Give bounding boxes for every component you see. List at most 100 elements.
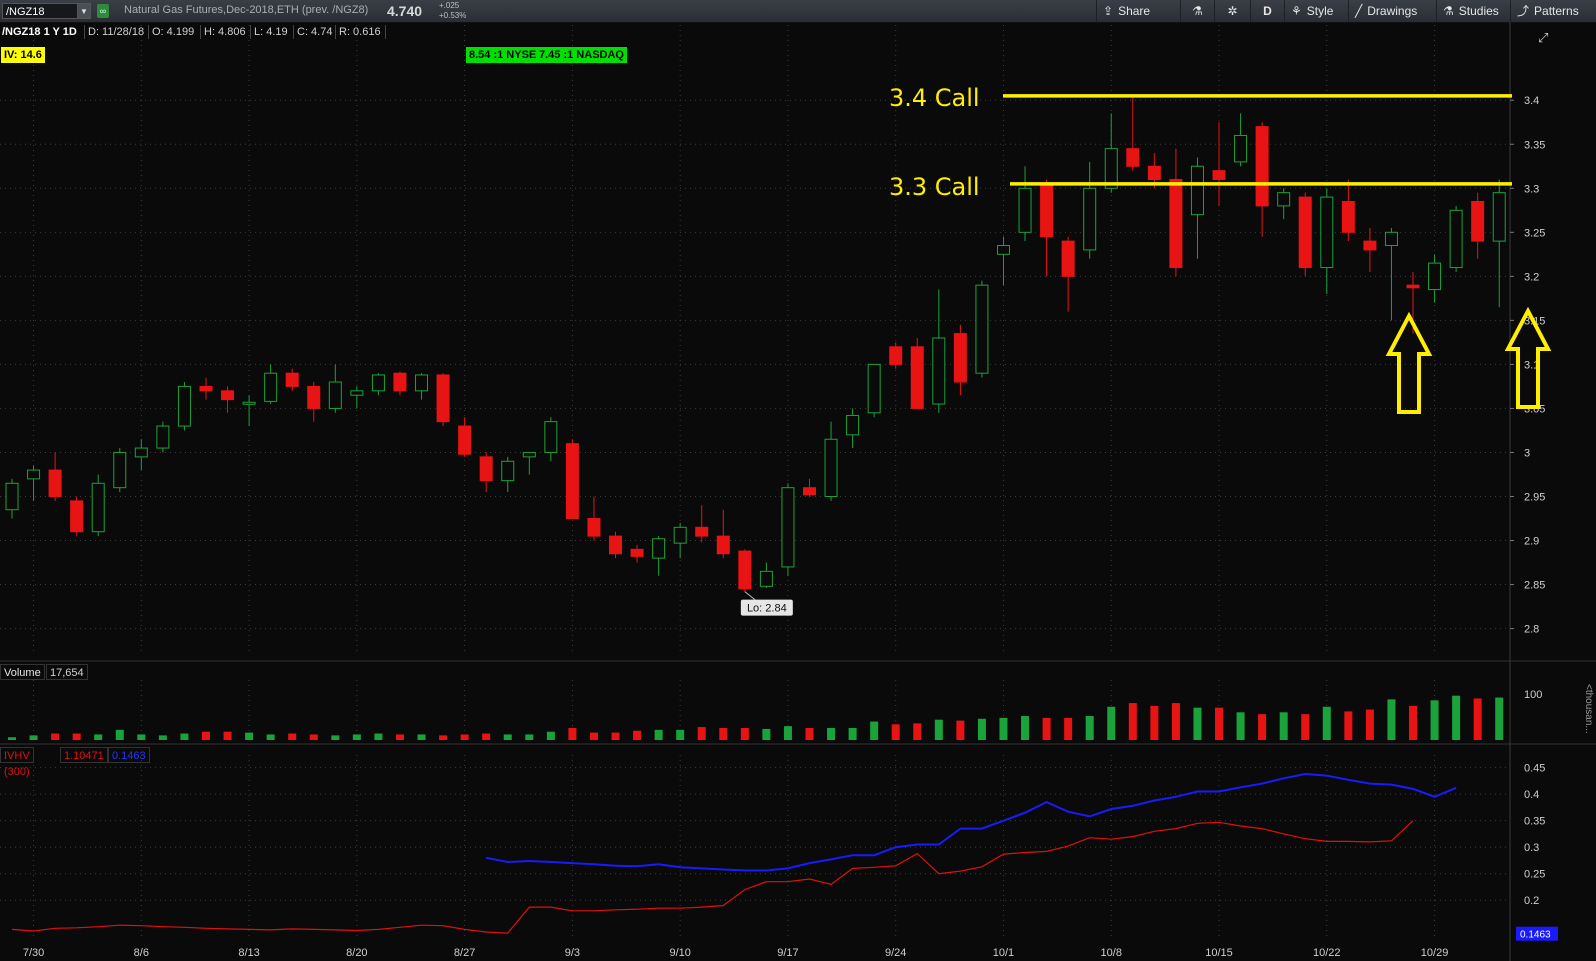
low-label: Lo: 2.84 — [747, 603, 787, 615]
candle-down — [285, 372, 299, 387]
gear-icon[interactable]: ✲ — [1214, 0, 1250, 22]
volume-bar — [1021, 716, 1030, 740]
volume-bar — [1193, 707, 1202, 740]
candle-up — [824, 438, 838, 497]
candle-up — [113, 451, 127, 489]
studies-button[interactable]: ⚗ Studies — [1436, 0, 1510, 22]
candle-down — [889, 346, 903, 365]
x-tick-label: 8/20 — [346, 947, 367, 959]
divider — [200, 25, 201, 39]
drawings-label: Drawings — [1367, 4, 1418, 18]
volume-bar — [29, 735, 38, 740]
volume-bar — [633, 730, 642, 740]
volume-bar — [309, 734, 318, 740]
volume-bar — [1215, 707, 1224, 740]
candle-up — [996, 245, 1010, 255]
candle-up — [242, 401, 256, 405]
volume-bar — [934, 719, 943, 740]
style-icon: ⚘ — [1291, 4, 1302, 18]
volume-bar — [1128, 703, 1137, 740]
x-tick-label: 7/30 — [23, 947, 44, 959]
style-button[interactable]: ⚘ Style — [1284, 0, 1348, 22]
candle-up — [1277, 192, 1291, 207]
share-button[interactable]: ⇪ Share — [1096, 0, 1180, 22]
call-33-label: 3.3 Call — [889, 173, 980, 201]
candle-up — [1190, 165, 1204, 216]
link-icon[interactable]: ∞ — [97, 4, 109, 18]
volume-bar — [999, 717, 1008, 740]
volume-bar — [1495, 697, 1504, 740]
low-pointer — [744, 591, 756, 600]
volume-bar — [180, 733, 189, 740]
ivhv-tick-label: 0.2 — [1524, 895, 1539, 907]
y-tick-label: 3.3 — [1524, 183, 1539, 195]
candle-down — [695, 526, 709, 537]
flask-small-icon: ⚗ — [1443, 4, 1454, 18]
candle-down — [1341, 200, 1355, 233]
hv-series-line — [11, 820, 1414, 934]
candle-up — [544, 421, 558, 453]
aggregation-button[interactable]: D — [1250, 0, 1284, 22]
volume-bar — [1301, 714, 1310, 740]
candle-up — [673, 526, 687, 544]
ivhv-pane — [11, 772, 1457, 934]
candle-up — [759, 570, 773, 587]
candle-up — [1320, 196, 1334, 269]
share-icon: ⇪ — [1103, 4, 1114, 18]
candle-up — [1428, 262, 1442, 291]
y-tick-label: 2.95 — [1524, 491, 1545, 503]
ivhv-tick-label: 0.3 — [1524, 842, 1539, 854]
change-percent: +0.53% — [439, 11, 467, 20]
iv-value: 0.1463 — [108, 747, 150, 763]
volume-bar — [1430, 700, 1439, 740]
pane-separator — [0, 743, 1596, 745]
chevron-down-icon[interactable]: ▼ — [77, 3, 91, 19]
ivhv-label: IVHV (300) — [0, 747, 34, 778]
volume-bar — [654, 729, 663, 740]
volume-bar — [158, 735, 167, 740]
iv-last-badge-label: 0.1463 — [1520, 930, 1551, 941]
volume-bar — [913, 723, 922, 740]
candle-up — [846, 414, 860, 436]
annotations[interactable]: 3.4 Call 3.3 Call Lo: 2.84 — [740, 84, 1552, 616]
divider — [335, 25, 336, 39]
chart-canvas[interactable]: 7/30 8/6 8/13 8/20 8/27 9/3 9/10 9/17 9/24 10/1 10… — [0, 22, 1596, 961]
volume-bar — [331, 735, 340, 740]
volume-bar — [783, 726, 792, 740]
x-tick-label: 9/3 — [565, 947, 580, 959]
x-tick-label: 9/10 — [669, 947, 690, 959]
candle-down — [458, 425, 472, 455]
volume-bar — [568, 728, 577, 740]
divider — [293, 25, 294, 39]
flask-icon[interactable]: ⚗ — [1180, 0, 1214, 22]
volume-label: Volume — [0, 664, 45, 680]
volume-bar — [1085, 716, 1094, 740]
patterns-button[interactable]: ⤴ Patterns — [1510, 0, 1596, 22]
volume-bar — [1042, 717, 1051, 740]
volume-bar — [1064, 717, 1073, 740]
candle-down — [587, 518, 601, 537]
candle-up — [264, 372, 278, 402]
volume-bar — [266, 734, 275, 740]
candle-down — [1061, 240, 1075, 277]
tick-nasdaq: 7.45 :1 NASDAQ — [536, 47, 627, 63]
volume-bar — [1365, 709, 1374, 740]
last-price: 4.740 — [387, 3, 423, 19]
price-pane — [5, 95, 1506, 592]
candle-up — [5, 482, 19, 511]
divider — [385, 25, 386, 39]
x-tick-label: 8/27 — [454, 947, 475, 959]
candle-down — [953, 333, 967, 383]
divider — [250, 25, 251, 39]
volume-bar — [439, 735, 448, 740]
volume-bar — [956, 720, 965, 740]
drawings-button[interactable]: ╱ Drawings — [1348, 0, 1436, 22]
grid — [0, 22, 1596, 961]
volume-bar — [482, 733, 491, 740]
candle-up — [1449, 209, 1463, 269]
x-tick-label: 10/29 — [1421, 947, 1449, 959]
share-label: Share — [1118, 4, 1151, 18]
candle-up — [1492, 192, 1506, 242]
candle-down — [479, 456, 493, 482]
candle-down — [70, 500, 84, 533]
